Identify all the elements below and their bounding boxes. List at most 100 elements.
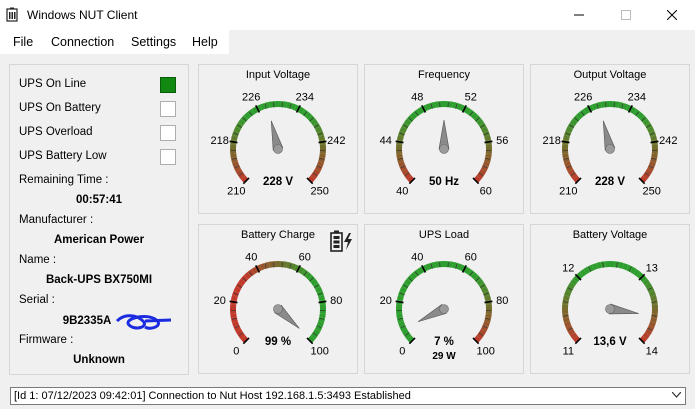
gauge-arc-segment bbox=[562, 135, 570, 141]
gauge-arc-segment bbox=[297, 106, 305, 115]
gauge-arc-segment bbox=[290, 263, 297, 271]
menu-file[interactable]: File bbox=[13, 35, 33, 49]
gauge-tick-label: 210 bbox=[559, 186, 577, 198]
menu-settings[interactable]: Settings bbox=[131, 35, 176, 49]
gauge-arc-segment bbox=[244, 271, 252, 280]
gauge-arc-segment bbox=[268, 261, 274, 268]
gauge-tick-label: 14 bbox=[646, 346, 658, 358]
gauge-arc-segment bbox=[398, 321, 406, 328]
flag-label-overload: UPS Overload bbox=[19, 126, 93, 138]
gauge-arc-segment bbox=[315, 286, 323, 293]
gauge-tick-label: 11 bbox=[563, 346, 574, 358]
input-voltage-gauge: 210 218 226 234 242 250 228 V Input Voltage bbox=[198, 64, 358, 214]
gauge-tick-label: 234 bbox=[628, 91, 646, 103]
chevron-down-icon[interactable] bbox=[672, 392, 681, 398]
gauge-arc-segment bbox=[304, 271, 312, 280]
flag-indicator-on-line bbox=[160, 77, 176, 93]
manufacturer-value: American Power bbox=[53, 234, 145, 246]
gauge-value: 13,6 V bbox=[593, 336, 627, 348]
gauge-arc-segment bbox=[633, 269, 641, 277]
gauge-arc-segment bbox=[304, 111, 312, 120]
gauge-arc-segment bbox=[648, 321, 656, 328]
gauge-arc-segment bbox=[297, 266, 305, 275]
gauge-arc-segment bbox=[399, 126, 407, 133]
gauge-arc-segment bbox=[470, 111, 478, 120]
gauge-arc-segment bbox=[282, 261, 288, 268]
gauge-arc-segment bbox=[622, 263, 629, 271]
gauge-tick-label: 226 bbox=[242, 91, 260, 103]
gauge-arc-segment bbox=[232, 321, 240, 328]
gauge-needle-hub bbox=[273, 304, 283, 314]
gauge-tick-label: 44 bbox=[380, 135, 392, 147]
gauge-arc-segment bbox=[629, 106, 637, 115]
gauge-arc-segment bbox=[434, 261, 440, 268]
gauge-arc-segment bbox=[485, 153, 492, 159]
gauge-arc-segment bbox=[651, 313, 658, 319]
gauge-arc-segment bbox=[562, 317, 570, 323]
gauge-arc-segment bbox=[564, 290, 572, 297]
gauge-arc-segment bbox=[642, 118, 650, 126]
gauge-dial: 210 218 226 234 242 250 228 V bbox=[543, 91, 678, 198]
gauge-arc-segment bbox=[425, 103, 432, 111]
gauge-arc-segment bbox=[570, 332, 578, 340]
gauge-sub-value: 29 W bbox=[432, 351, 456, 362]
gauge-arc-segment bbox=[417, 106, 425, 115]
gauge-arc-segment bbox=[481, 286, 489, 293]
gauge-arc-segment bbox=[596, 261, 602, 269]
gauge-arc-segment bbox=[251, 106, 259, 115]
gauge-dial: 210 218 226 234 242 250 228 V bbox=[211, 91, 346, 197]
gauge-arc-segment bbox=[448, 261, 454, 268]
gauge-arc-segment bbox=[259, 263, 266, 271]
gauge-arc-segment bbox=[567, 282, 576, 290]
gauge-arc-segment bbox=[312, 328, 321, 336]
menu-help[interactable]: Help bbox=[192, 35, 218, 49]
status-log-dropdown[interactable]: [Id 1: 07/12/2023 09:42:01] Connection t… bbox=[10, 387, 686, 405]
gauge-arc-segment bbox=[650, 295, 658, 301]
gauge-arc-segment bbox=[259, 103, 266, 111]
gauge-arc-segment bbox=[318, 135, 326, 141]
flag-indicator-on-battery bbox=[160, 101, 176, 117]
gauge-arc-segment bbox=[312, 168, 321, 176]
gauge-arc-segment bbox=[576, 111, 584, 120]
gauge-tick-label: 250 bbox=[643, 186, 661, 198]
gauge-arc-segment bbox=[396, 135, 404, 141]
gauge-arc-segment bbox=[650, 317, 658, 323]
gauge-arc-segment bbox=[396, 153, 403, 159]
gauge-arc-segment bbox=[396, 295, 404, 301]
ups-info-panel: UPS On Line UPS On Battery UPS Overload … bbox=[9, 64, 189, 375]
menu-bar-empty-area bbox=[229, 30, 695, 54]
gauge-arc-segment bbox=[564, 321, 572, 328]
gauge-arc-segment bbox=[562, 153, 569, 159]
gauge-dial: 40 44 48 52 56 60 50 Hz bbox=[380, 91, 509, 197]
gauge-arc-segment bbox=[562, 299, 569, 305]
manufacturer-label: Manufacturer : bbox=[19, 214, 94, 226]
gauge-title: Input Voltage bbox=[245, 69, 311, 81]
gauge-arc-segment bbox=[562, 295, 570, 301]
gauge-arc-segment bbox=[648, 161, 656, 168]
gauge-dial: 11 12 13 14 13,6 V bbox=[562, 261, 658, 358]
flag-indicator-overload bbox=[160, 125, 176, 141]
gauge-tick-label: 80 bbox=[330, 295, 342, 307]
gauge-arc-segment bbox=[591, 263, 598, 271]
gauge-arc-segment bbox=[230, 153, 237, 159]
gauge-arc-segment bbox=[282, 101, 288, 108]
gauge-arc-segment bbox=[484, 135, 492, 141]
gauge-arc-segment bbox=[230, 295, 238, 301]
gauge-arc-segment bbox=[647, 126, 655, 133]
maximize-button[interactable] bbox=[603, 0, 649, 30]
close-button[interactable] bbox=[649, 0, 695, 30]
gauge-arc-segment bbox=[396, 313, 403, 319]
gauge-arc-segment bbox=[583, 266, 591, 275]
gauge-arc-segment bbox=[268, 101, 274, 108]
status-log-text: [Id 1: 07/12/2023 09:42:01] Connection t… bbox=[14, 390, 411, 402]
gauge-value: 228 V bbox=[595, 176, 625, 188]
gauge-arc-segment bbox=[644, 168, 653, 176]
menu-connection[interactable]: Connection bbox=[51, 35, 114, 49]
minimize-button[interactable] bbox=[556, 0, 602, 30]
gauge-arc-segment bbox=[230, 135, 238, 141]
gauge-tick-label: 0 bbox=[399, 346, 405, 358]
gauge-arc-segment bbox=[235, 168, 244, 176]
gauge-arc-segment bbox=[650, 135, 658, 141]
gauge-title: UPS Load bbox=[418, 229, 470, 241]
frequency-gauge: 40 44 48 52 56 60 50 Hz Frequency bbox=[364, 64, 524, 214]
